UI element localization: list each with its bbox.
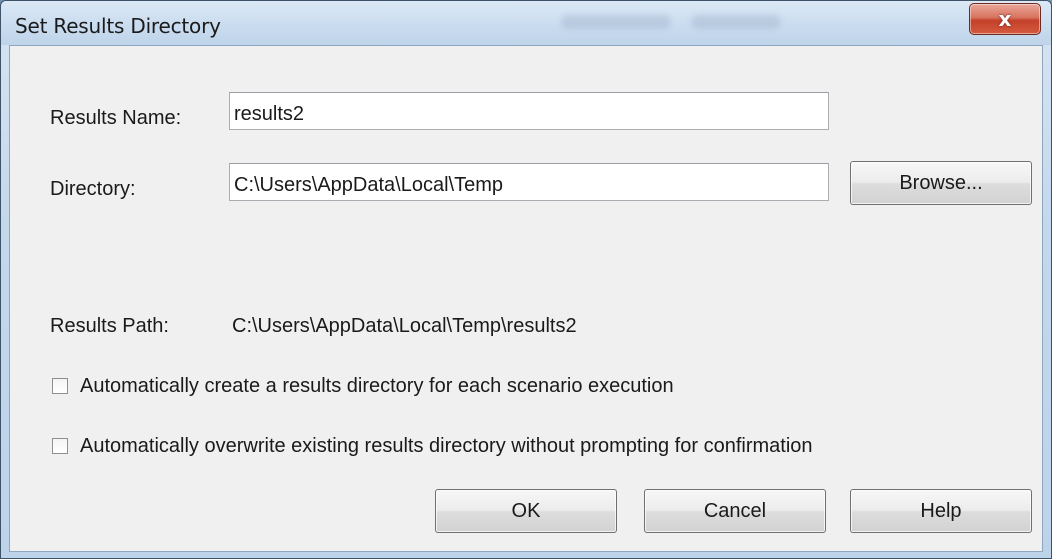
dialog-window: Set Results Directory x Results Name: Di… — [0, 0, 1052, 559]
create-results-dir-label[interactable]: Automatically create a results directory… — [80, 374, 674, 398]
dialog-client-area: Results Name: Directory: Browse... Resul… — [9, 45, 1043, 552]
directory-input[interactable] — [229, 163, 829, 201]
results-path-value: C:\Users\AppData\Local\Temp\results2 — [232, 315, 577, 337]
results-path-label: Results Path: — [50, 315, 169, 337]
cancel-button[interactable]: Cancel — [644, 489, 826, 533]
window-title: Set Results Directory — [15, 14, 221, 38]
help-button[interactable]: Help — [850, 489, 1032, 533]
overwrite-results-dir-checkbox[interactable] — [52, 438, 68, 454]
ok-button[interactable]: OK — [435, 489, 617, 533]
create-results-dir-checkbox[interactable] — [52, 378, 68, 394]
title-bar-blur — [691, 15, 781, 29]
results-name-label: Results Name: — [50, 107, 182, 129]
title-bar[interactable]: Set Results Directory x — [1, 1, 1051, 45]
overwrite-results-dir-label[interactable]: Automatically overwrite existing results… — [80, 434, 813, 458]
close-icon: x — [998, 7, 1012, 31]
title-bar-blur — [561, 15, 671, 29]
close-button[interactable]: x — [969, 3, 1041, 35]
browse-button[interactable]: Browse... — [850, 161, 1032, 205]
directory-label: Directory: — [50, 178, 136, 200]
results-name-input[interactable] — [229, 92, 829, 130]
